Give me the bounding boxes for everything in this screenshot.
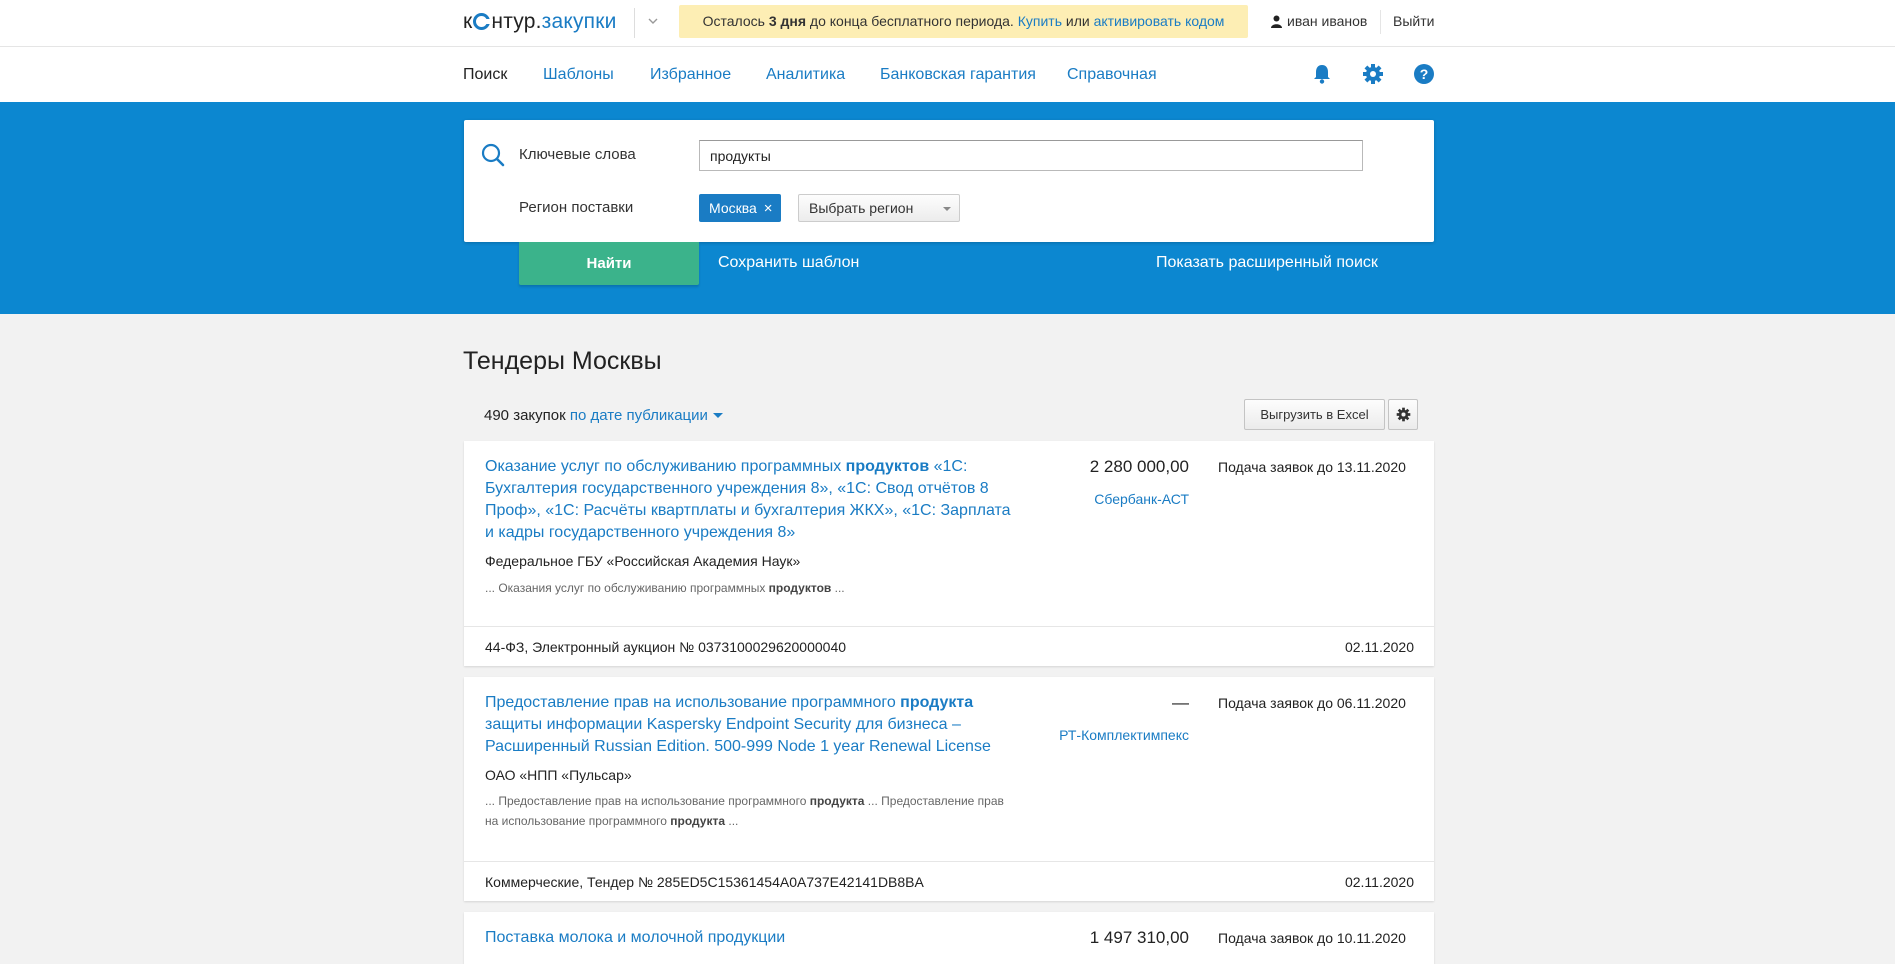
tender-deadline: Подача заявок до 06.11.2020 [1218,695,1406,711]
text-fragment: защиты информации Kaspersky Endpoint Sec… [485,716,991,755]
tender-footer: Коммерческие, Тендер № 285ED5C15361454A0… [464,861,1434,901]
tender-price: — [1172,693,1189,712]
region-label: Регион поставки [519,199,634,216]
text-fragment: Оказание услуг по обслуживанию программн… [485,458,846,475]
keyword-highlight: продукта [809,794,865,808]
keyword-highlight: продуктов [845,458,930,475]
tender-card: Предоставление прав на использование про… [464,677,1434,901]
nav-item-search[interactable]: Поиск [463,66,507,84]
svg-text:?: ? [1420,66,1429,82]
user-icon [1271,15,1282,28]
nav-item-bank-guarantee[interactable]: Банковская гарантия [880,66,1036,84]
tender-title-link[interactable]: Поставка молока и молочной продукции [485,927,1015,949]
divider [1380,10,1381,34]
text-fragment: ... [725,814,739,828]
divider [634,8,635,38]
logout-link[interactable]: Выйти [1393,13,1434,29]
tender-price: 1 497 310,00 [1089,928,1189,947]
keyword-highlight: продуктов [768,581,832,595]
top-bar: к нтур.закупки Осталось 3 дня до конца бе… [0,0,1895,47]
region-select[interactable]: Выбрать регион [798,194,960,222]
tender-procedure: 44-ФЗ, Электронный аукцион № 03731000296… [485,639,847,655]
region-tag[interactable]: Москва × [699,194,781,222]
keywords-input[interactable] [699,140,1363,171]
tender-published-date: 02.11.2020 [1344,874,1414,890]
tender-footer: 44-ФЗ, Электронный аукцион № 03731000296… [464,626,1434,666]
search-panel: Ключевые слова Регион поставки Москва× В… [464,120,1434,242]
search-icon [481,143,505,170]
results-count: 490 закупок по дате публикации [484,407,723,424]
tender-deadline: Подача заявок до 13.11.2020 [1218,459,1406,475]
trial-banner: Осталось 3 дня до конца бесплатного пери… [679,5,1248,38]
tender-card: Оказание услуг по обслуживанию программн… [464,441,1434,666]
tender-snippet: ... Оказания услуг по обслуживанию прогр… [485,578,1015,598]
bell-icon[interactable] [1311,63,1333,85]
keyword-highlight: продукта [670,814,726,828]
nav-item-templates[interactable]: Шаблоны [543,66,614,84]
text-fragment: ... [831,581,845,595]
gear-icon[interactable] [1362,63,1384,85]
tender-card: Поставка молока и молочной продукции 1 4… [464,912,1434,964]
tender-platform-link[interactable]: Сбербанк-АСТ [1094,491,1189,507]
close-icon[interactable]: × [764,200,773,217]
nav-item-reference[interactable]: Справочная [1067,66,1157,84]
user-name: иван иванов [1287,13,1368,29]
user-menu[interactable]: иван иванов [1271,13,1367,29]
logo-cloud-icon [473,13,494,30]
gear-icon [1396,407,1411,422]
export-excel-button[interactable]: Выгрузить в Excel [1244,399,1385,430]
tender-deadline: Подача заявок до 10.11.2020 [1218,930,1406,946]
text-fragment: ... Оказания услуг по обслуживанию прогр… [485,581,769,595]
activate-code-link[interactable]: активировать кодом [1094,13,1225,29]
chevron-down-icon [712,413,723,418]
chevron-down-icon[interactable] [645,14,661,30]
text-fragment: ... Предоставление прав на использование… [485,794,810,808]
tender-customer: Федеральное ГБУ «Российская Академия Нау… [485,553,801,569]
tender-platform-link[interactable]: РТ-Комплектимпекс [1059,727,1189,743]
find-button[interactable]: Найти [519,242,699,285]
nav-item-favorites[interactable]: Избранное [650,66,731,84]
tender-title-link[interactable]: Предоставление прав на использование про… [485,692,1015,758]
main-nav: Поиск Шаблоны Избранное Аналитика Банков… [0,47,1895,102]
text-fragment: Поставка молока и молочной продукции [485,929,786,946]
keywords-label: Ключевые слова [519,146,636,163]
tender-price: 2 280 000,00 [1089,457,1189,476]
tender-procedure: Коммерческие, Тендер № 285ED5C15361454A0… [485,874,924,890]
tender-customer: ОАО «НПП «Пульсар» [485,767,632,783]
text-fragment: Предоставление прав на использование про… [485,694,901,711]
logo[interactable]: к нтур.закупки [463,10,617,34]
help-icon[interactable]: ? [1413,63,1435,85]
keyword-highlight: продукта [900,694,974,711]
nav-item-analytics[interactable]: Аналитика [766,66,845,84]
chevron-down-icon [943,207,951,211]
tender-snippet: ... Предоставление прав на использование… [485,791,1015,831]
settings-button[interactable] [1388,399,1418,430]
tender-published-date: 02.11.2020 [1344,639,1414,655]
save-template-link[interactable]: Сохранить шаблон [718,254,859,272]
page-title: Тендеры Москвы [463,347,662,375]
sort-dropdown[interactable]: по дате публикации [570,407,723,424]
tender-title-link[interactable]: Оказание услуг по обслуживанию программн… [485,456,1015,544]
buy-link[interactable]: Купить [1018,13,1062,29]
advanced-search-link[interactable]: Показать расширенный поиск [1156,254,1378,272]
